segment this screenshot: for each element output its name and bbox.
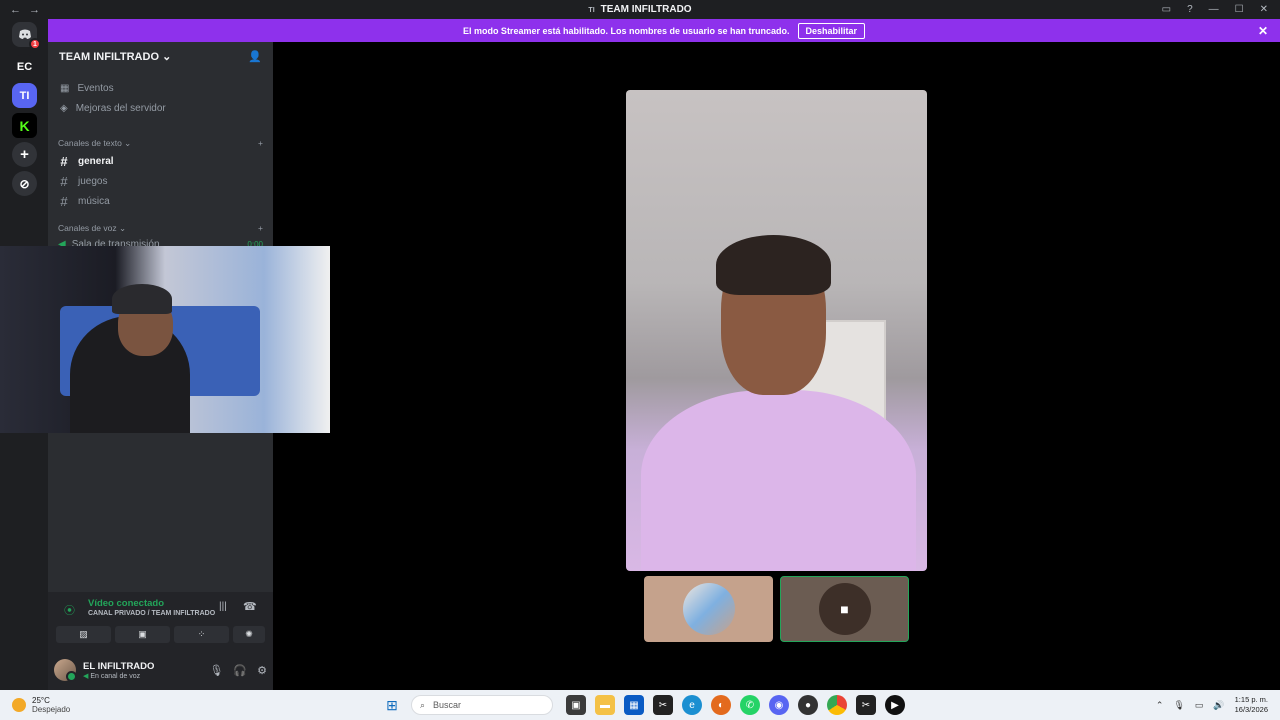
title-bar: ← → TI TEAM INFILTRADO ▭ ? — ☐ ✕ bbox=[0, 0, 1280, 19]
task-view-icon[interactable]: ▣ bbox=[566, 695, 586, 715]
channel-general[interactable]: # general bbox=[58, 154, 113, 169]
windows-start-icon[interactable]: ⊞ bbox=[382, 695, 402, 715]
tray-mic-icon[interactable]: 🎙 bbox=[1173, 700, 1184, 711]
guild-team-infiltrado[interactable]: TI bbox=[12, 83, 37, 108]
server-header[interactable]: TEAM INFILTRADO ⌄ 👤 bbox=[48, 42, 273, 70]
discord-home-icon[interactable]: 1 bbox=[12, 22, 41, 50]
inbox-icon[interactable]: ▭ bbox=[1162, 4, 1171, 15]
participant-tile-2[interactable]: ■ bbox=[780, 576, 909, 642]
gear-icon[interactable]: ⚙ bbox=[257, 664, 267, 677]
maximize-icon[interactable]: ☐ bbox=[1235, 4, 1244, 15]
user-panel: EL INFILTRADO ◀ En canal de voz 🎙 🎧 ⚙ bbox=[54, 654, 267, 686]
guild-ec[interactable]: EC bbox=[12, 54, 37, 79]
server-initials: TI bbox=[588, 7, 595, 14]
boost-icon: ◈ bbox=[60, 102, 68, 114]
search-input[interactable]: ⌕ Buscar bbox=[411, 695, 553, 715]
explore-icon[interactable]: ⊘ bbox=[12, 171, 37, 196]
calendar-icon: ▦ bbox=[60, 82, 70, 94]
hash-icon: # bbox=[60, 154, 68, 169]
disable-streamer-button[interactable]: Deshabilitar bbox=[797, 22, 866, 39]
hash-icon: # bbox=[60, 174, 68, 189]
voice-status[interactable]: Vídeo conectado bbox=[88, 598, 164, 609]
connection-signal-icon: ⦿ bbox=[64, 605, 75, 617]
media-player-icon[interactable]: ▶ bbox=[885, 695, 905, 715]
volume-icon[interactable]: 🔊 bbox=[1213, 700, 1224, 711]
clock[interactable]: 1:15 p. m. 16/3/2026 bbox=[1235, 695, 1268, 715]
voice-channel-path: CANAL PRIVADO / TEAM INFILTRADO bbox=[88, 610, 216, 617]
guild-kick[interactable]: K bbox=[12, 113, 37, 138]
firefox-icon[interactable]: ◐ bbox=[711, 695, 731, 715]
chevron-down-icon: ⌄ bbox=[162, 50, 172, 63]
avatar[interactable] bbox=[54, 659, 77, 682]
username: EL INFILTRADO bbox=[83, 660, 155, 672]
microphone-icon[interactable]: 🎙 bbox=[209, 664, 223, 677]
participant-avatar bbox=[682, 583, 735, 635]
person-hair bbox=[716, 235, 831, 295]
webcam-cap bbox=[112, 284, 172, 314]
add-text-channel-icon[interactable]: + bbox=[258, 138, 263, 149]
forward-arrow-icon[interactable]: → bbox=[29, 4, 40, 16]
discord-taskbar-icon[interactable]: ◉ bbox=[769, 695, 789, 715]
edge-icon[interactable]: e bbox=[682, 695, 702, 715]
banner-message: El modo Streamer está habilitado. Los no… bbox=[462, 25, 790, 36]
window-title: TI TEAM INFILTRADO bbox=[588, 4, 692, 15]
hash-icon: # bbox=[60, 194, 68, 209]
app-icon[interactable]: ● bbox=[798, 695, 818, 715]
video-camera-icon: ■ bbox=[818, 583, 871, 635]
tray-chevron-up-icon[interactable]: ⌃ bbox=[1156, 700, 1164, 711]
noise-suppression-icon[interactable]: ||| bbox=[219, 601, 227, 612]
channel-musica[interactable]: # música bbox=[58, 194, 109, 209]
invite-people-icon[interactable]: 👤 bbox=[248, 50, 262, 63]
close-banner-icon[interactable]: ✕ bbox=[1258, 24, 1268, 38]
camera-off-icon[interactable]: ▨ bbox=[56, 626, 111, 643]
minimize-icon[interactable]: — bbox=[1209, 4, 1219, 15]
headphones-icon[interactable]: 🎧 bbox=[233, 664, 247, 677]
soundboard-icon[interactable]: ✺ bbox=[233, 626, 265, 643]
file-explorer-icon[interactable]: ▬ bbox=[595, 695, 615, 715]
chrome-icon[interactable] bbox=[827, 695, 847, 715]
help-icon[interactable]: ? bbox=[1187, 4, 1193, 15]
streamer-webcam-overlay bbox=[0, 246, 330, 433]
weather-icon bbox=[12, 698, 26, 712]
video-stage: ■ bbox=[273, 42, 1280, 690]
network-icon[interactable]: ▭ bbox=[1195, 700, 1204, 711]
user-status: ◀ En canal de voz bbox=[83, 672, 141, 680]
voice-channels-category[interactable]: Canales de voz ⌄ + bbox=[58, 223, 263, 234]
voice-connection-panel: ⦿ Vídeo conectado CANAL PRIVADO / TEAM I… bbox=[48, 592, 273, 690]
weather-widget[interactable]: 25°C Despejado bbox=[12, 696, 70, 714]
screen-share-icon[interactable]: ▣ bbox=[115, 626, 170, 643]
taskbar: 25°C Despejado ⊞ ⌕ Buscar ▣ ▬ ▦ ✂ e ◐ ✆ … bbox=[0, 690, 1280, 720]
disconnect-icon[interactable]: ☎ bbox=[243, 600, 257, 613]
channel-juegos[interactable]: # juegos bbox=[58, 174, 107, 189]
search-icon: ⌕ bbox=[420, 699, 426, 710]
whatsapp-icon[interactable]: ✆ bbox=[740, 695, 760, 715]
back-arrow-icon[interactable]: ← bbox=[10, 4, 21, 16]
main-video-tile[interactable] bbox=[626, 90, 927, 571]
capcut-icon-2[interactable]: ✂ bbox=[856, 695, 876, 715]
text-channels-category[interactable]: Canales de texto ⌄ + bbox=[58, 138, 263, 149]
menu-server-boosts[interactable]: ◈ Mejoras del servidor bbox=[48, 98, 273, 118]
server-name: TEAM INFILTRADO bbox=[59, 50, 160, 63]
activities-icon[interactable]: ⁘ bbox=[174, 626, 229, 643]
streamer-mode-banner: El modo Streamer está habilitado. Los no… bbox=[48, 19, 1280, 42]
participant-tile-1[interactable] bbox=[644, 576, 773, 642]
capcut-icon[interactable]: ✂ bbox=[653, 695, 673, 715]
notification-badge: 1 bbox=[29, 38, 41, 50]
person-body bbox=[641, 390, 916, 571]
add-server-icon[interactable]: + bbox=[12, 142, 37, 167]
menu-events[interactable]: ▦ Eventos bbox=[48, 78, 273, 98]
add-voice-channel-icon[interactable]: + bbox=[258, 223, 263, 234]
store-icon[interactable]: ▦ bbox=[624, 695, 644, 715]
close-window-icon[interactable]: ✕ bbox=[1260, 4, 1268, 15]
